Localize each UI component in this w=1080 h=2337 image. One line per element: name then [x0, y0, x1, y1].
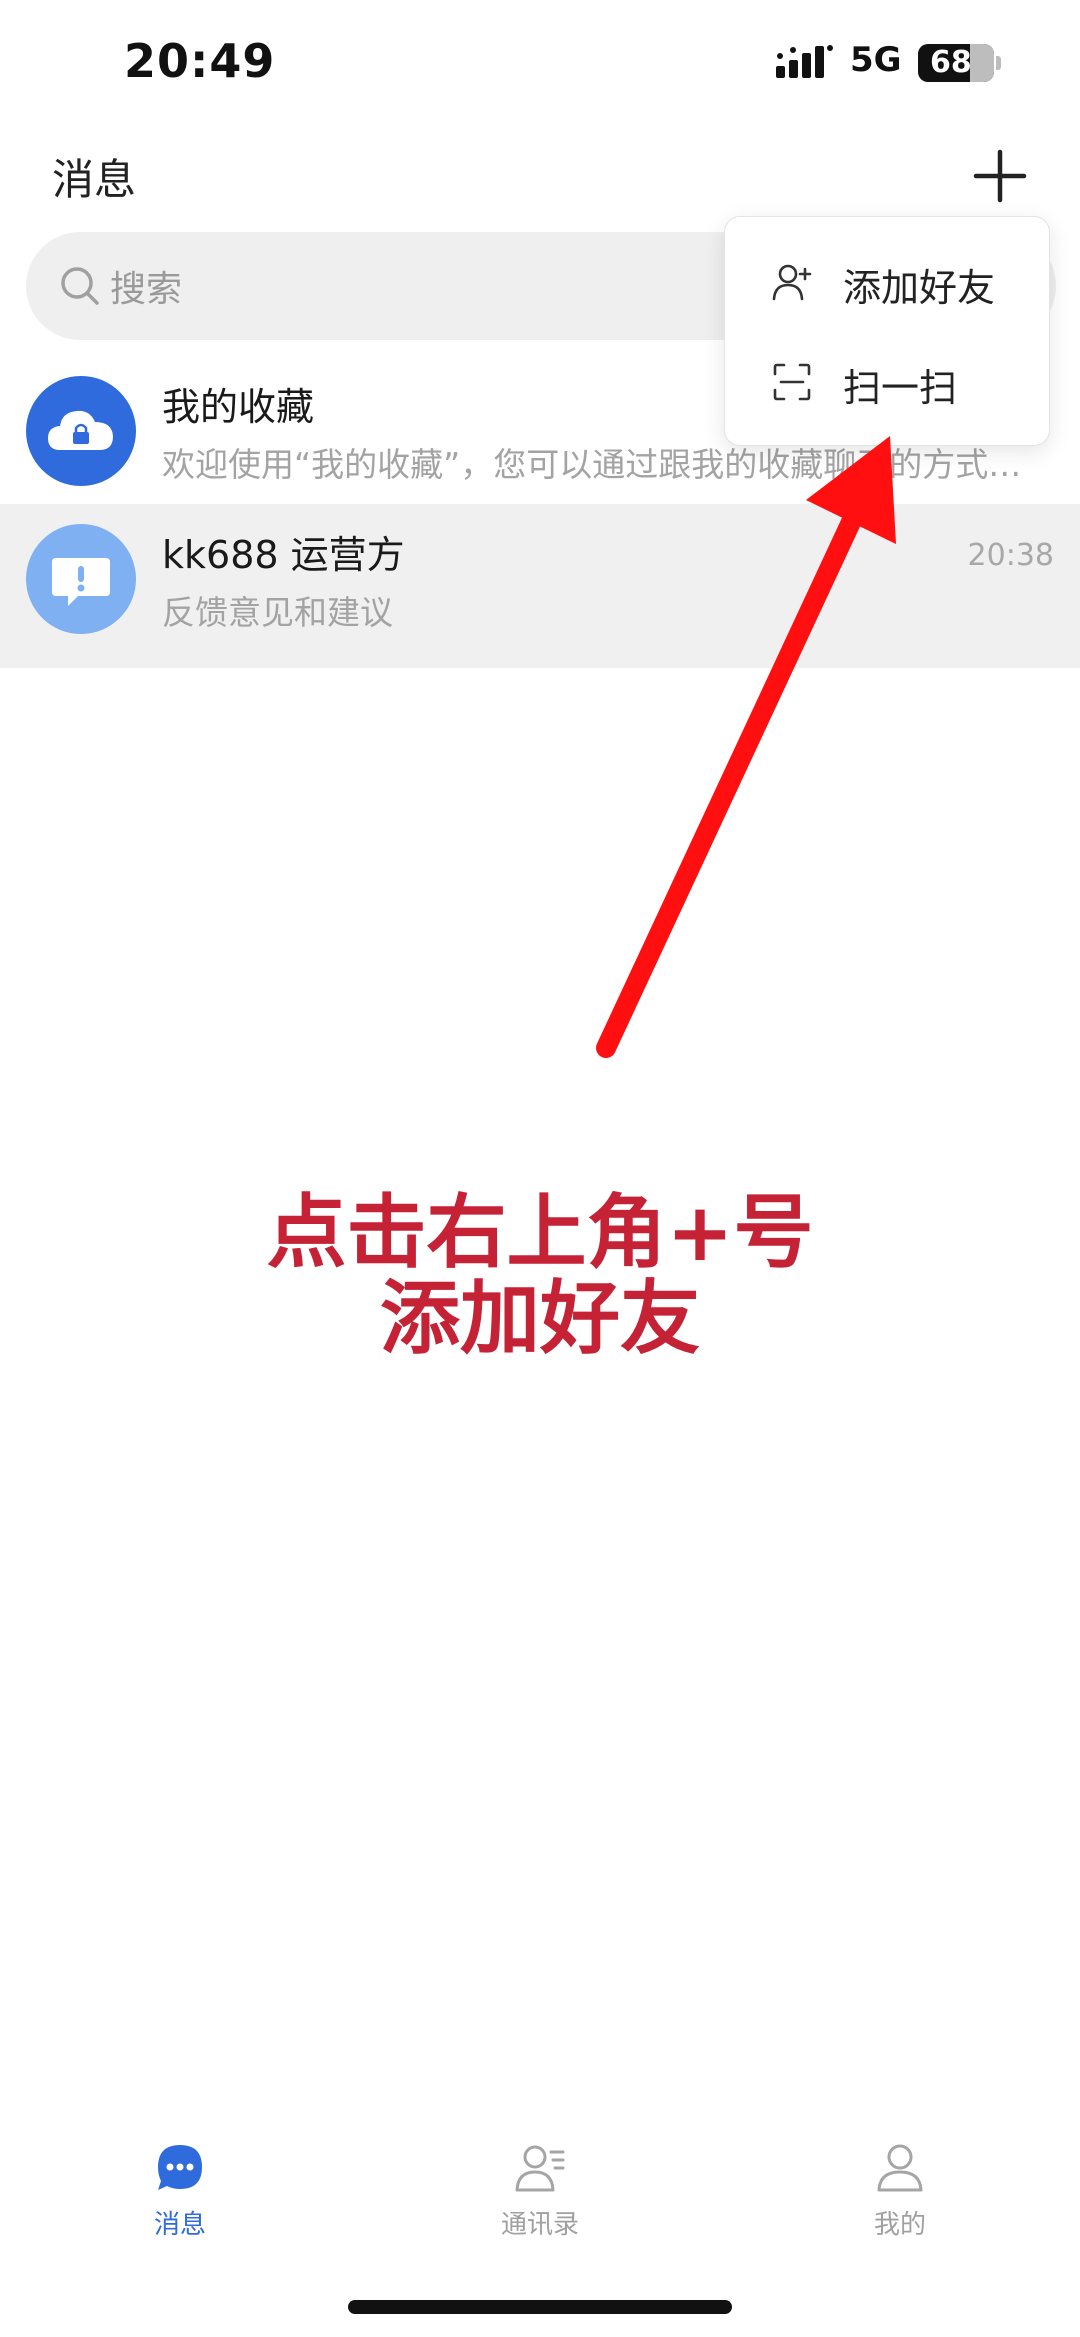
status-time: 20:49	[124, 34, 276, 88]
signal-icon	[776, 45, 833, 78]
annotation-text: 点击右上角+号 添加好友	[0, 1190, 1080, 1362]
search-placeholder: 搜索	[110, 269, 183, 310]
nav-label: 消息	[153, 2210, 206, 2240]
contacts-icon	[515, 2145, 565, 2192]
feedback-icon	[52, 558, 110, 606]
search-icon	[61, 267, 99, 305]
chat-time: 20:38	[967, 538, 1054, 573]
chat-name: 我的收藏	[162, 385, 315, 429]
nav-label: 我的	[873, 2210, 926, 2240]
tab-messages[interactable]: 消息	[80, 2130, 280, 2250]
menu-item-add-friend[interactable]: 添加好友	[725, 231, 1049, 331]
chat-preview: 反馈意见和建议	[162, 593, 393, 632]
avatar	[26, 376, 136, 486]
add-friend-icon	[772, 264, 812, 301]
tab-profile[interactable]: 我的	[800, 2130, 1000, 2250]
menu-label: 扫一扫	[843, 366, 958, 410]
home-indicator[interactable]	[348, 2300, 732, 2314]
tab-contacts[interactable]: 通讯录	[440, 2130, 640, 2250]
avatar	[26, 524, 136, 634]
scan-icon	[773, 363, 811, 401]
network-type: 5G	[850, 40, 902, 80]
battery-level: 68	[930, 45, 972, 80]
menu-item-scan[interactable]: 扫一扫	[725, 331, 1049, 431]
annotation-line-1: 点击右上角+号	[266, 1186, 814, 1279]
plus-dropdown-menu: 添加好友 扫一扫	[724, 216, 1050, 446]
bottom-nav: 消息 通讯录 我的	[0, 2130, 1080, 2250]
battery-tip	[996, 56, 1001, 70]
chat-row-operator[interactable]: kk688 运营方 反馈意见和建议 20:38	[0, 504, 1080, 668]
menu-label: 添加好友	[843, 266, 996, 310]
status-bar: 20:49 5G 68	[0, 0, 1080, 130]
cloud-lock-icon	[48, 410, 113, 450]
messages-icon	[158, 2145, 202, 2190]
battery-icon: 68	[918, 44, 994, 82]
plus-icon[interactable]	[968, 144, 1032, 208]
messages-screen: 20:49 5G 68 消息 搜索 我的收藏 欢迎使用“我的收藏”，您可以通过跟…	[0, 0, 1080, 2337]
annotation-line-2: 添加好友	[380, 1272, 700, 1365]
page-title: 消息	[52, 155, 137, 204]
profile-icon	[877, 2144, 923, 2192]
chat-name: kk688 运营方	[162, 533, 405, 577]
nav-label: 通讯录	[500, 2210, 579, 2240]
